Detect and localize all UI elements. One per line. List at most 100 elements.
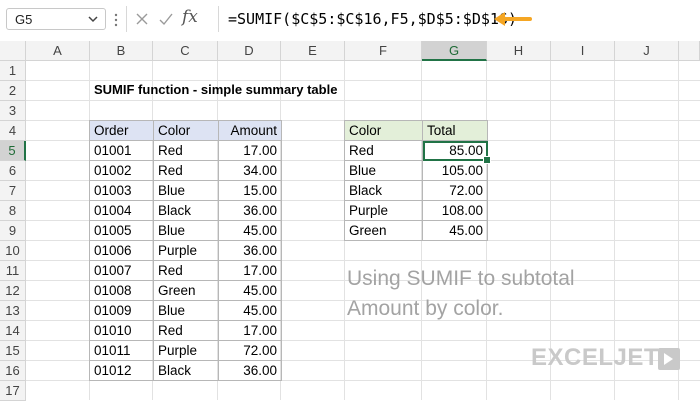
cell[interactable]: Blue bbox=[344, 160, 423, 181]
row-header-2[interactable]: 2 bbox=[0, 81, 26, 101]
row-header-5[interactable]: 5 bbox=[0, 141, 26, 161]
header-cell[interactable]: Order bbox=[89, 120, 154, 141]
row-header-3[interactable]: 3 bbox=[0, 101, 26, 121]
cell[interactable]: Blue bbox=[153, 300, 219, 321]
cell[interactable]: 01006 bbox=[89, 240, 154, 261]
header-cell[interactable]: Total bbox=[422, 120, 488, 141]
row-header-13[interactable]: 13 bbox=[0, 301, 26, 321]
cell[interactable]: 36.00 bbox=[218, 240, 282, 261]
cell[interactable]: Red bbox=[153, 140, 219, 161]
column-header-b[interactable]: B bbox=[90, 41, 153, 61]
cell[interactable]: 01009 bbox=[89, 300, 154, 321]
cell[interactable]: 01003 bbox=[89, 180, 154, 201]
grid-line bbox=[26, 80, 700, 81]
row-header-1[interactable]: 1 bbox=[0, 61, 26, 81]
column-header-a[interactable]: A bbox=[26, 41, 90, 61]
checkmark-icon[interactable] bbox=[158, 11, 174, 27]
cell[interactable]: Red bbox=[153, 260, 219, 281]
sheet-title: SUMIF function - simple summary table bbox=[94, 82, 338, 97]
cell[interactable]: Black bbox=[344, 180, 423, 201]
column-header-d[interactable]: D bbox=[218, 41, 281, 61]
table-row: 01002 Red 34.00 bbox=[89, 160, 282, 181]
column-header-f[interactable]: F bbox=[345, 41, 422, 61]
row-header-6[interactable]: 6 bbox=[0, 161, 26, 181]
cell[interactable]: Red bbox=[344, 140, 423, 161]
cell[interactable]: 45.00 bbox=[218, 220, 282, 241]
cell[interactable]: 36.00 bbox=[218, 360, 282, 381]
cell[interactable]: Purple bbox=[344, 200, 423, 221]
fill-handle[interactable] bbox=[483, 156, 491, 164]
row-header-15[interactable]: 15 bbox=[0, 341, 26, 361]
name-box-value: G5 bbox=[15, 12, 33, 27]
column-header-e[interactable]: E bbox=[281, 41, 345, 61]
row-header-8[interactable]: 8 bbox=[0, 201, 26, 221]
row-header-9[interactable]: 9 bbox=[0, 221, 26, 241]
formula-bar: G5 fx =SUMIF($C$5:$C$16,F5,$D$5:$D$16) bbox=[0, 0, 700, 40]
table-row: Green 45.00 bbox=[344, 220, 488, 241]
row-header-10[interactable]: 10 bbox=[0, 241, 26, 261]
row-header-17[interactable]: 17 bbox=[0, 381, 26, 401]
cell[interactable]: 45.00 bbox=[218, 300, 282, 321]
cell[interactable]: 01005 bbox=[89, 220, 154, 241]
table-row: Red 85.00 bbox=[344, 140, 491, 164]
grid-line bbox=[26, 100, 700, 101]
cell[interactable]: 01002 bbox=[89, 160, 154, 181]
row-header-4[interactable]: 4 bbox=[0, 121, 26, 141]
header-cell[interactable]: Amount bbox=[218, 120, 282, 141]
row-header-12[interactable]: 12 bbox=[0, 281, 26, 301]
table-row: 01005 Blue 45.00 bbox=[89, 220, 282, 241]
column-header-h[interactable]: H bbox=[487, 41, 551, 61]
name-box[interactable]: G5 bbox=[6, 8, 106, 30]
cell[interactable]: Black bbox=[153, 360, 219, 381]
cell[interactable]: 17.00 bbox=[218, 320, 282, 341]
cell[interactable]: Red bbox=[153, 320, 219, 341]
cell[interactable]: Blue bbox=[153, 180, 219, 201]
cell[interactable]: Green bbox=[344, 220, 423, 241]
cell[interactable]: 01008 bbox=[89, 280, 154, 301]
table-row: 01001 Red 17.00 bbox=[89, 140, 282, 161]
cell[interactable]: 01001 bbox=[89, 140, 154, 161]
cancel-icon[interactable] bbox=[134, 11, 150, 27]
row-header-14[interactable]: 14 bbox=[0, 321, 26, 341]
cell[interactable]: Purple bbox=[153, 340, 219, 361]
table-row: 01004 Black 36.00 bbox=[89, 200, 282, 221]
cell[interactable]: 72.00 bbox=[422, 180, 488, 201]
cell[interactable]: Red bbox=[153, 160, 219, 181]
header-cell[interactable]: Color bbox=[153, 120, 219, 141]
column-header-j[interactable]: J bbox=[615, 41, 679, 61]
cell[interactable]: 01010 bbox=[89, 320, 154, 341]
cell[interactable]: 01004 bbox=[89, 200, 154, 221]
selected-cell[interactable]: 85.00 bbox=[422, 140, 491, 164]
column-header-g[interactable]: G bbox=[422, 41, 487, 61]
cell[interactable]: 34.00 bbox=[218, 160, 282, 181]
cell[interactable]: 108.00 bbox=[422, 200, 488, 221]
row-header-11[interactable]: 11 bbox=[0, 261, 26, 281]
cell[interactable]: 45.00 bbox=[422, 220, 488, 241]
cell[interactable]: 17.00 bbox=[218, 260, 282, 281]
row-header-16[interactable]: 16 bbox=[0, 361, 26, 381]
cell[interactable]: 01007 bbox=[89, 260, 154, 281]
cell[interactable]: Purple bbox=[153, 240, 219, 261]
row-header-7[interactable]: 7 bbox=[0, 181, 26, 201]
cell[interactable]: Green bbox=[153, 280, 219, 301]
cell[interactable]: 01011 bbox=[89, 340, 154, 361]
select-all-corner[interactable] bbox=[0, 41, 26, 61]
formula-input[interactable]: =SUMIF($C$5:$C$16,F5,$D$5:$D$16) bbox=[228, 10, 517, 28]
column-header-c[interactable]: C bbox=[153, 41, 218, 61]
cell[interactable]: 15.00 bbox=[218, 180, 282, 201]
column-header-overflow bbox=[679, 41, 700, 61]
cell[interactable]: 72.00 bbox=[218, 340, 282, 361]
column-header-i[interactable]: I bbox=[551, 41, 615, 61]
insert-function-icon[interactable]: fx bbox=[182, 7, 198, 27]
chevron-down-icon[interactable] bbox=[87, 13, 99, 25]
cell[interactable]: 36.00 bbox=[218, 200, 282, 221]
cell[interactable]: 105.00 bbox=[422, 160, 488, 181]
header-cell[interactable]: Color bbox=[344, 120, 423, 141]
table-row: Blue 105.00 bbox=[344, 160, 488, 181]
more-vertical-icon[interactable] bbox=[114, 13, 118, 27]
cell[interactable]: Blue bbox=[153, 220, 219, 241]
cell[interactable]: Black bbox=[153, 200, 219, 221]
cell[interactable]: 45.00 bbox=[218, 280, 282, 301]
cell[interactable]: 01012 bbox=[89, 360, 154, 381]
cell[interactable]: 17.00 bbox=[218, 140, 282, 161]
